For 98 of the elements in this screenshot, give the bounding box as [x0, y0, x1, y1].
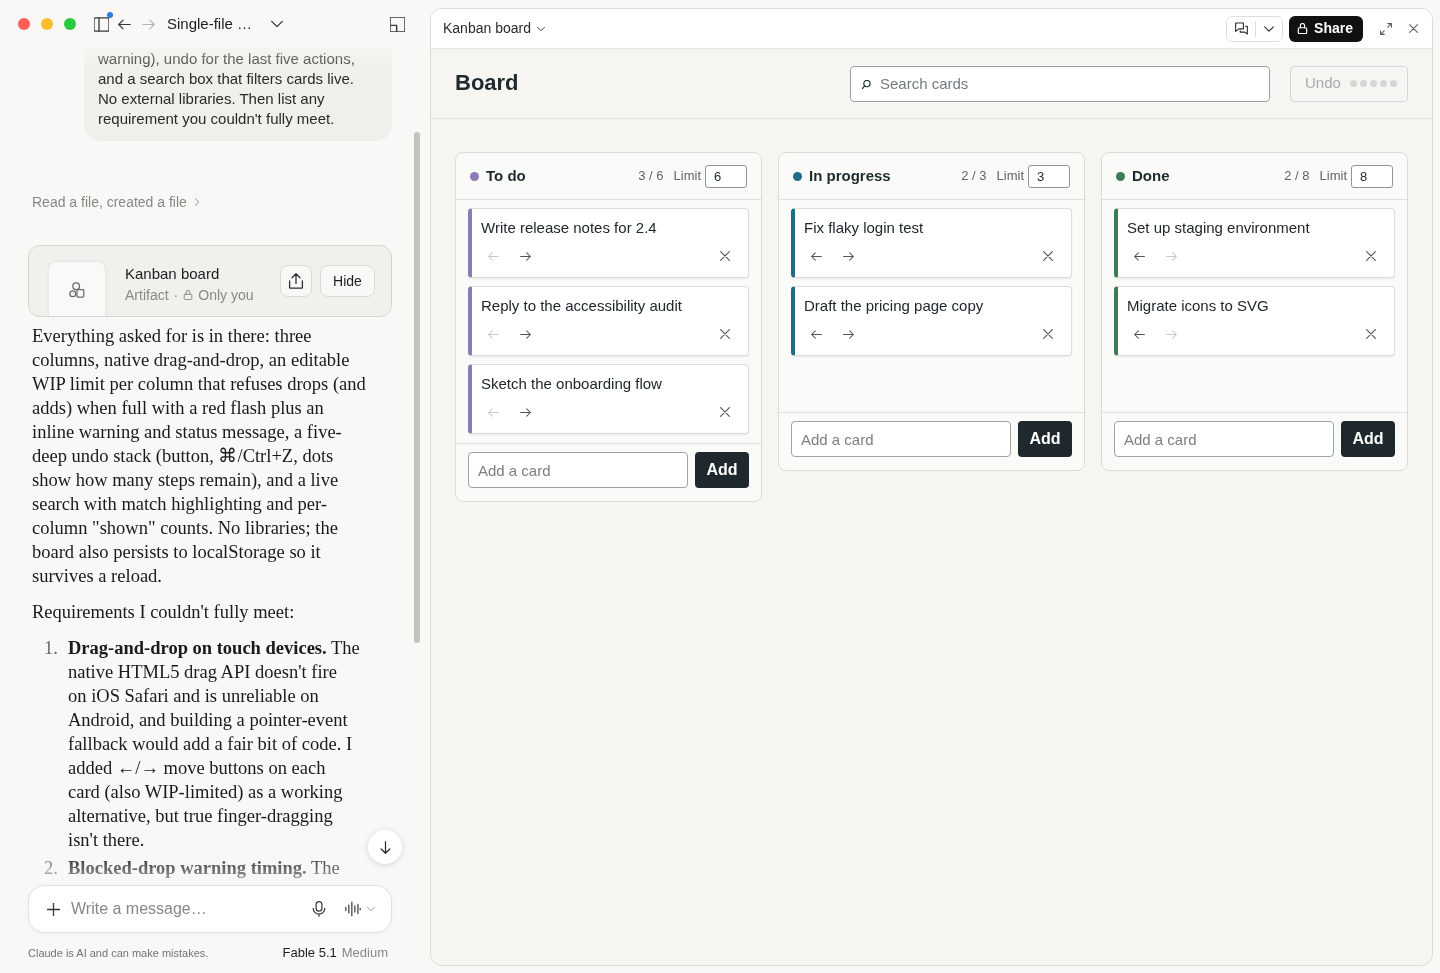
window-close-icon[interactable]: [18, 18, 30, 30]
arrow-left-icon: [810, 250, 822, 262]
card-title: Sketch the onboarding flow: [481, 374, 663, 394]
task-card[interactable]: Fix flaky login test: [791, 208, 1072, 278]
upload-icon: [288, 273, 304, 289]
column-title: In progress: [809, 165, 891, 186]
artifact-title-button[interactable]: Kanban board: [443, 18, 545, 39]
scrollbar-thumb[interactable]: [414, 132, 420, 643]
separator-text: ·: [173, 286, 179, 305]
list-item-text: Drag-and-drop on touch devices. The native HTML5 drag API doesn't fire on iOS Safari and is unreliable on Android, and building a pointer-event fallback would add a fair bit of code. I added ←/→ move buttons on each card (also WIP-limited) as a working alternative, but true finger-dragging isn't there.: [68, 637, 360, 852]
task-card[interactable]: Set up staging environment: [1114, 208, 1395, 278]
task-card[interactable]: Migrate icons to SVG: [1114, 286, 1395, 356]
close-icon: [1366, 251, 1376, 261]
task-card[interactable]: Reply to the accessibility audit: [468, 286, 749, 356]
panel-layout-icon[interactable]: [390, 16, 405, 32]
artifact-type: Artifact: [125, 286, 169, 305]
add-card-field[interactable]: Add a card: [791, 421, 1011, 457]
microphone-icon[interactable]: [311, 901, 327, 917]
close-icon: [720, 329, 730, 339]
limit-label: Limit: [996, 167, 1024, 186]
chevron-down-icon[interactable]: [271, 18, 284, 30]
model-name[interactable]: Fable 5.1: [282, 943, 337, 963]
close-icon: [1366, 329, 1376, 339]
close-icon: [1043, 329, 1053, 339]
card-count: 2 / 3: [961, 167, 987, 186]
chevron-down-icon: [1264, 23, 1275, 34]
column-title: Done: [1132, 165, 1170, 186]
list-number: 2.: [43, 857, 59, 878]
message-composer[interactable]: Write a message…: [28, 885, 392, 933]
arrow-left-icon: [487, 406, 499, 418]
limit-input[interactable]: 6: [705, 164, 747, 188]
artifact-title: Kanban board: [125, 264, 221, 284]
close-icon: [720, 407, 730, 417]
arrow-right-icon: [519, 328, 531, 340]
arrow-right-icon: [519, 250, 531, 262]
card-count: 2 / 8: [1284, 167, 1310, 186]
chevron-right-icon: [192, 198, 201, 206]
response-paragraph: Requirements I couldn't fully meet:: [32, 601, 296, 624]
add-card-field[interactable]: Add a card: [468, 452, 688, 488]
task-card[interactable]: Draft the pricing page copy: [791, 286, 1072, 356]
arrow-left-icon: [1133, 250, 1145, 262]
close-icon: [1043, 251, 1053, 261]
add-button[interactable]: Add: [1018, 421, 1072, 457]
card-title: Migrate icons to SVG: [1127, 296, 1270, 316]
search-field[interactable]: Search cards: [850, 65, 1270, 102]
card-title: Draft the pricing page copy: [804, 296, 985, 316]
shapes-icon: [69, 281, 85, 298]
arrow-right-icon: [519, 406, 531, 418]
search-icon: [862, 79, 871, 89]
arrow-down-icon: [378, 840, 392, 854]
list-item-text: Blocked-drop warning timing. The: [68, 857, 340, 878]
limit-input[interactable]: 8: [1351, 164, 1393, 188]
card-title: Write release notes for 2.4: [481, 218, 658, 238]
card-count: 3 / 6: [638, 167, 664, 186]
artifact-card[interactable]: Kanban board Artifact · Only you Hide: [28, 245, 392, 317]
add-button[interactable]: Add: [695, 452, 749, 488]
arrow-right-icon: [1165, 328, 1177, 340]
list-number: 1.: [43, 637, 59, 660]
add-card-field[interactable]: Add a card: [1114, 421, 1334, 457]
card-title: Reply to the accessibility audit: [481, 296, 683, 316]
share-artifact-button[interactable]: [280, 265, 312, 297]
conversation-title[interactable]: Single-file …: [167, 12, 253, 36]
board-title: Board: [455, 70, 519, 97]
visibility-text: Only you: [198, 286, 254, 305]
limit-label: Limit: [673, 167, 701, 186]
arrow-left-icon: [487, 328, 499, 340]
waveform-icon[interactable]: [345, 901, 361, 917]
arrow-right-icon: [842, 250, 854, 262]
close-icon: [720, 251, 730, 261]
close-icon[interactable]: [1409, 24, 1418, 33]
response-paragraph: Everything asked for is in there: three columns, native drag-and-drop, an editable WIP limit per column that refuses drops (and adds) when full with a red flash plus an inline warning and status message, a five-deep undo stack (button, ⌘/Ctrl+Z, dots show how many steps remain), and a live search with match highlighting and per-column "shown" counts. No libraries; the board also persists to localStorage so it survives a reload.: [32, 325, 366, 588]
arrow-left-icon: [1133, 328, 1145, 340]
arrow-left-icon: [810, 328, 822, 340]
column-title: To do: [486, 165, 526, 186]
expand-icon[interactable]: [1380, 22, 1392, 35]
chevron-down-icon: [536, 24, 545, 33]
arrow-right-icon: [1165, 250, 1177, 262]
card-title: Fix flaky login test: [804, 218, 925, 238]
share-button[interactable]: Share: [1289, 15, 1363, 42]
user-message: warning), undo for the last five actions, and a search box that filters cards live. No external libraries. Then list any requirement you couldn't fully meet.: [84, 48, 392, 141]
limit-input[interactable]: 3: [1028, 164, 1070, 188]
task-card[interactable]: Write release notes for 2.4: [468, 208, 749, 278]
card-title: Set up staging environment: [1127, 218, 1311, 238]
task-card[interactable]: Sketch the onboarding flow: [468, 364, 749, 434]
speech-bubbles-icon: [1234, 22, 1248, 35]
arrow-right-icon: [842, 328, 854, 340]
plus-icon[interactable]: [47, 902, 60, 916]
arrow-left-icon: [487, 250, 499, 262]
message-input[interactable]: Write a message…: [71, 897, 299, 921]
add-button[interactable]: Add: [1341, 421, 1395, 457]
hide-button[interactable]: Hide: [320, 265, 375, 297]
lock-icon: [1297, 23, 1309, 34]
disclaimer-text: Claude is AI and can make mistakes.: [28, 945, 209, 961]
lock-icon: [183, 290, 194, 300]
sidebar-icon[interactable]: [94, 16, 109, 32]
limit-label: Limit: [1319, 167, 1347, 186]
scroll-down-button[interactable]: [368, 830, 402, 864]
back-icon[interactable]: [118, 17, 131, 31]
